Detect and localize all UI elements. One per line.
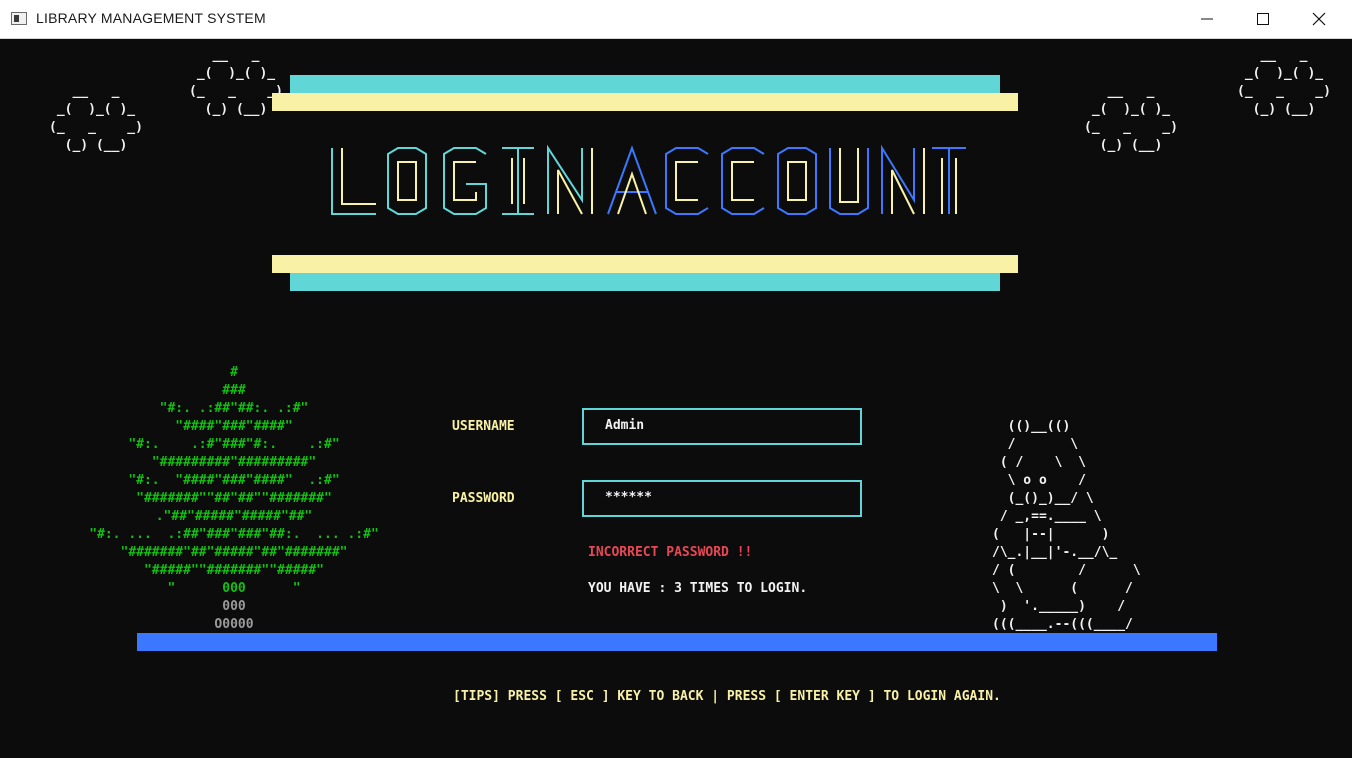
ground-bar xyxy=(137,633,1217,651)
minimize-button[interactable] xyxy=(1184,0,1230,38)
username-value: Admin xyxy=(605,418,645,433)
banner-bar-bottom-cream xyxy=(272,255,1018,273)
banner-bar-top-cream xyxy=(272,93,1018,111)
password-field[interactable]: ****** xyxy=(582,480,862,517)
console-window: LIBRARY MANAGEMENT SYSTEM __ _ _( )_( )_… xyxy=(0,0,1352,758)
close-icon xyxy=(1312,12,1326,26)
banner-bar-top-cyan xyxy=(290,75,1000,93)
cloud-ascii-art: __ _ _( )_( )_ (_ _ _) (_) (__) xyxy=(1237,48,1331,117)
password-value: ****** xyxy=(605,490,652,505)
banner-bar-bottom-cyan xyxy=(290,273,1000,291)
username-label: USERNAME xyxy=(452,419,515,434)
password-label: PASSWORD xyxy=(452,491,515,506)
login-account-logo xyxy=(326,140,966,220)
cloud-ascii-art: __ _ _( )_( )_ (_ _ _) (_) (__) xyxy=(1084,84,1178,153)
tips-text: [TIPS] PRESS [ ESC ] KEY TO BACK | PRESS… xyxy=(453,689,1001,704)
error-message: INCORRECT PASSWORD !! xyxy=(588,545,753,560)
maximize-icon xyxy=(1257,13,1269,25)
window-title: LIBRARY MANAGEMENT SYSTEM xyxy=(36,10,266,26)
minimize-icon xyxy=(1201,18,1213,20)
cloud-ascii-art: __ _ _( )_( )_ (_ _ _) (_) (__) xyxy=(189,48,283,117)
creature-ascii-art: (()__(() / \ ( / \ \ \ o o / (_()_)__/ \… xyxy=(992,419,1141,632)
attempts-remaining-message: YOU HAVE : 3 TIMES TO LOGIN. xyxy=(588,581,808,596)
maximize-button[interactable] xyxy=(1240,0,1286,38)
tree-trunk-ascii-art: 000 O0000 xyxy=(214,599,254,632)
cloud-ascii-art: __ _ _( )_( )_ (_ _ _) (_) (__) xyxy=(49,84,143,153)
console-app-icon xyxy=(11,12,27,25)
title-bar[interactable]: LIBRARY MANAGEMENT SYSTEM xyxy=(0,0,1352,39)
close-button[interactable] xyxy=(1296,0,1342,38)
username-field[interactable]: Admin xyxy=(582,408,862,445)
tree-ascii-art: # ### "#:. .:##"##:. .:#" "####"###"####… xyxy=(89,365,379,596)
